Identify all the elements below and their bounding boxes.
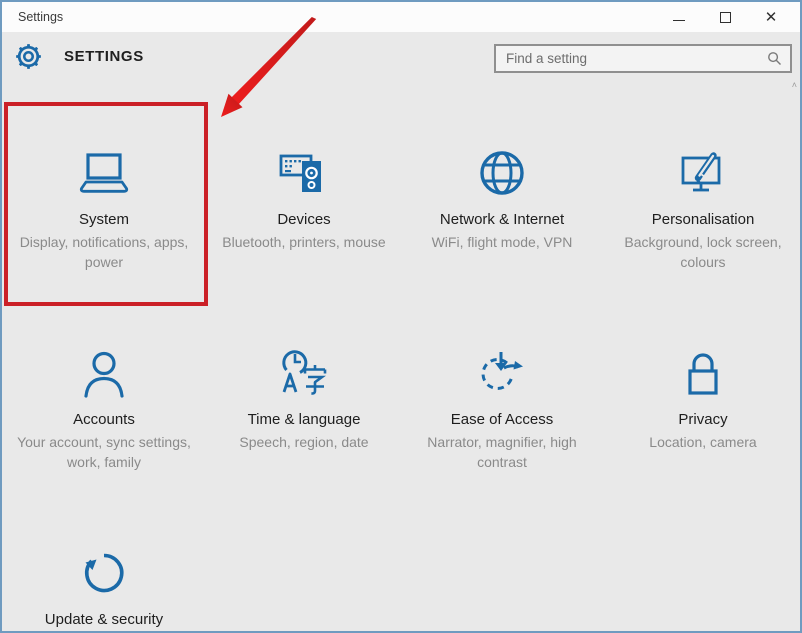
tile-title: System (79, 211, 129, 228)
tile-title: Privacy (678, 411, 727, 428)
gear-icon (15, 43, 42, 70)
tile-network[interactable]: Network & Internet WiFi, flight mode, VP… (407, 127, 597, 312)
tile-subtitle: Display, notifications, apps, power (13, 232, 195, 272)
tile-devices[interactable]: Devices Bluetooth, printers, mouse (209, 127, 399, 312)
maximize-button[interactable] (702, 2, 748, 32)
tile-title: Personalisation (652, 211, 755, 228)
minimize-button[interactable] (656, 2, 702, 32)
header: SETTINGS (2, 32, 800, 82)
ease-of-access-icon (476, 327, 528, 398)
tile-time-language[interactable]: Time & language Speech, region, date (209, 327, 399, 512)
tile-title: Ease of Access (451, 411, 554, 428)
tile-system[interactable]: System Display, notifications, apps, pow… (9, 127, 199, 312)
person-icon (79, 327, 129, 398)
tile-title: Devices (277, 211, 330, 228)
tile-privacy[interactable]: Privacy Location, camera (608, 327, 798, 512)
tile-title: Update & security (45, 611, 163, 628)
tile-title: Network & Internet (440, 211, 564, 228)
laptop-icon (78, 127, 130, 198)
window-title: Settings (18, 10, 63, 24)
tile-subtitle: WiFi, flight mode, VPN (411, 232, 593, 252)
lock-icon (679, 327, 727, 398)
monitor-pen-icon (677, 127, 729, 198)
tile-subtitle: Your account, sync settings, work, famil… (13, 432, 195, 472)
tile-title: Time & language (248, 411, 361, 428)
globe-icon (477, 127, 527, 198)
clock-language-icon (278, 327, 330, 398)
page-title: SETTINGS (64, 48, 144, 65)
tile-ease-of-access[interactable]: Ease of Access Narrator, magnifier, high… (407, 327, 597, 512)
tile-subtitle: Bluetooth, printers, mouse (213, 232, 395, 252)
minimize-icon (673, 20, 685, 21)
tile-update-security[interactable]: Update & security Windows Update (9, 527, 199, 633)
tile-subtitle: Speech, region, date (213, 432, 395, 452)
close-button[interactable]: ✕ (748, 2, 794, 32)
tile-subtitle: Background, lock screen, colours (612, 232, 794, 272)
search-box[interactable] (494, 44, 792, 73)
tile-subtitle: Narrator, magnifier, high contrast (411, 432, 593, 472)
titlebar: Settings ✕ (2, 2, 800, 32)
maximize-icon (720, 12, 731, 23)
tile-personalisation[interactable]: Personalisation Background, lock screen,… (608, 127, 798, 312)
close-icon: ✕ (765, 10, 778, 25)
settings-window: Settings ✕ (0, 0, 802, 633)
tile-subtitle: Location, camera (612, 432, 794, 452)
scrollbar-up-icon[interactable]: ˄ (792, 80, 797, 90)
magnifier-icon (767, 51, 782, 66)
keyboard-speaker-icon (278, 127, 330, 198)
refresh-icon (79, 527, 129, 598)
tile-title: Accounts (73, 411, 135, 428)
tile-accounts[interactable]: Accounts Your account, sync settings, wo… (9, 327, 199, 512)
search-input[interactable] (496, 51, 767, 66)
